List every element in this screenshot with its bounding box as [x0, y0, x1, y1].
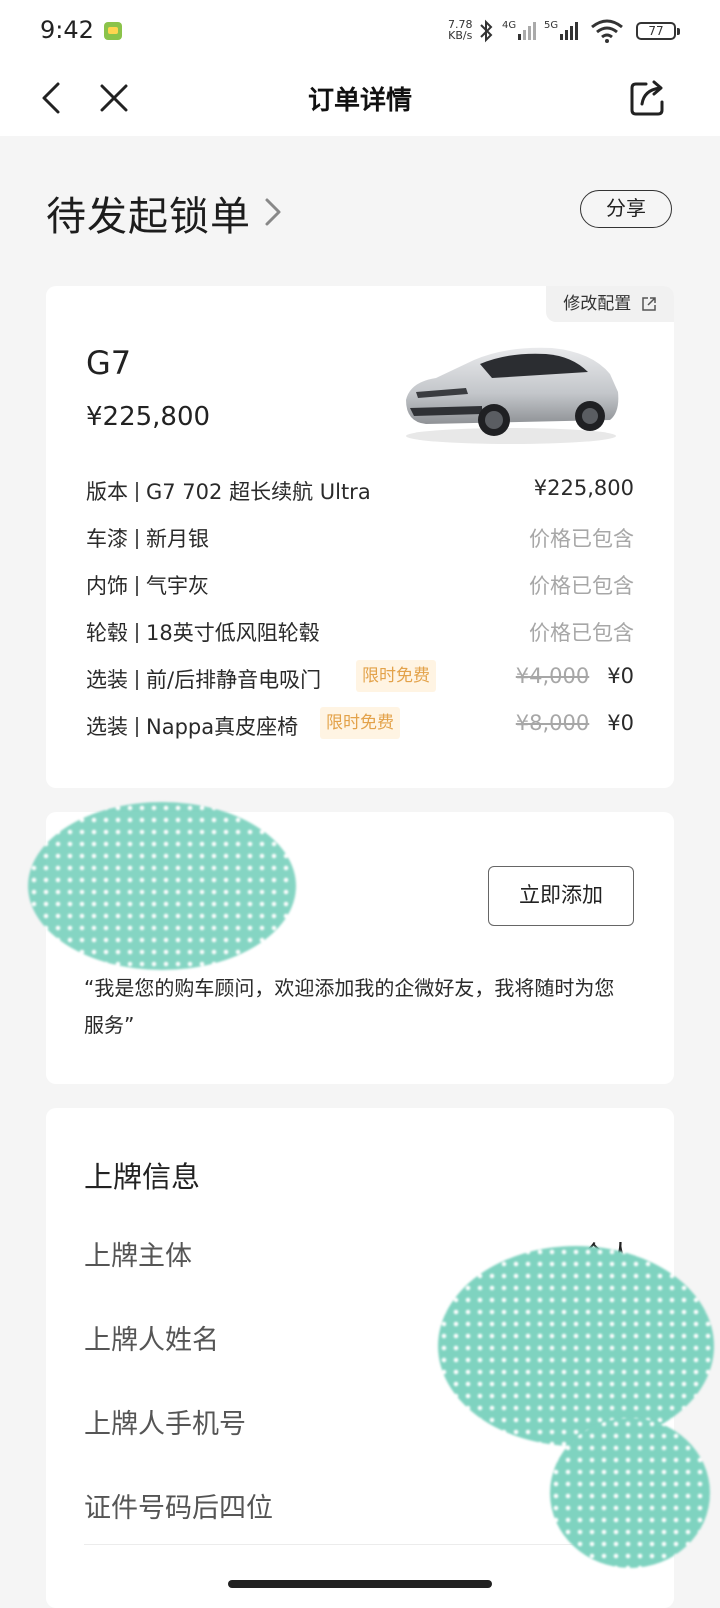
- car-model-name: G7: [86, 344, 132, 382]
- page-title: 订单详情: [307, 86, 412, 116]
- advisor-message: “我是您的购车顾问，欢迎添加我的企微好友，我将随时为您服务”: [84, 976, 615, 1037]
- share-external-icon: [630, 80, 664, 116]
- share-button[interactable]: 分享: [580, 190, 672, 228]
- nav-bar: 订单详情: [0, 62, 720, 136]
- chevron-right-icon[interactable]: [262, 196, 284, 228]
- spec-price: 价格已包含: [529, 570, 634, 600]
- spec-price: 价格已包含: [529, 523, 634, 553]
- spec-price: 价格已包含: [529, 617, 634, 647]
- spec-type: 选装: [86, 715, 128, 739]
- spec-price: ¥8,000 ¥0: [516, 711, 634, 735]
- network-speed-unit: KB/s: [448, 29, 473, 42]
- registration-title: 上牌信息: [84, 1160, 201, 1194]
- spec-price-value: ¥0: [607, 664, 634, 688]
- registration-card: 上牌信息 上牌主体个人上牌人姓名上牌人手机号证件号码后四位: [46, 1108, 714, 1608]
- registration-label: 证件号码后四位: [84, 1493, 273, 1524]
- spec-label: 轮毂 18英寸低风阻轮毂: [86, 617, 320, 647]
- spec-type: 版本: [86, 480, 128, 504]
- spec-label: 选装 前/后排静音电吸门: [86, 664, 321, 694]
- spec-name: 前/后排静音电吸门: [146, 668, 322, 692]
- spec-price-value: 价格已包含: [529, 527, 634, 551]
- spec-name: G7 702 超长续航 Ultra: [146, 480, 371, 504]
- spec-price: ¥225,800: [534, 476, 634, 500]
- external-link-icon: [641, 297, 656, 311]
- original-price: ¥8,000: [515, 711, 590, 735]
- registration-label: 上牌主体: [84, 1241, 192, 1272]
- spec-separator: [136, 670, 138, 690]
- spec-label: 版本 G7 702 超长续航 Ultra: [86, 476, 371, 506]
- home-indicator[interactable]: [228, 1580, 492, 1588]
- redaction-overlay: [438, 1246, 714, 1446]
- spec-row: 车漆 新月银 价格已包含: [86, 519, 634, 553]
- spec-label: 车漆 新月银: [86, 523, 209, 553]
- spec-name: Nappa真皮座椅: [146, 715, 299, 739]
- spec-price-value: 价格已包含: [529, 574, 634, 598]
- bluetooth-icon: [480, 19, 493, 43]
- order-status-title[interactable]: 待发起锁单: [46, 184, 251, 242]
- divider: [84, 1544, 634, 1545]
- registration-label: 上牌人手机号: [84, 1409, 246, 1440]
- spec-price-value: ¥0: [607, 711, 634, 735]
- signal-5g-icon: 5G: [544, 20, 578, 40]
- advisor-card: 立即添加 “我是您的购车顾问，欢迎添加我的企微好友，我将随时为您服务”: [28, 802, 674, 1084]
- add-advisor-button[interactable]: 立即添加: [488, 866, 634, 926]
- spec-label: 内饰 气宇灰: [86, 570, 209, 600]
- spec-row: 版本 G7 702 超长续航 Ultra ¥225,800: [86, 472, 634, 506]
- spec-separator: [136, 576, 138, 596]
- registration-label: 上牌人姓名: [84, 1325, 219, 1356]
- signal-5g-label: 5G: [544, 20, 558, 31]
- signal-4g-icon: 4G: [502, 20, 536, 40]
- modify-config-button[interactable]: 修改配置: [546, 286, 674, 322]
- spec-separator: [136, 482, 138, 502]
- spec-separator: [136, 529, 138, 549]
- network-speed: 7.78 KB/s: [448, 19, 473, 41]
- limited-free-badge: 限时免费: [356, 660, 436, 692]
- spec-row: 选装 前/后排静音电吸门 限时免费 ¥4,000 ¥0: [86, 660, 634, 694]
- modify-config-label: 修改配置: [563, 294, 632, 314]
- redaction-overlay: [550, 1418, 710, 1568]
- spec-type: 选装: [86, 668, 128, 692]
- car-image: [406, 347, 619, 444]
- config-card: 修改配置 G7 ¥225,800 版本 G7 702 超长续航 Ultra ¥225…: [46, 286, 674, 788]
- car-total-price: ¥225,800: [86, 402, 211, 432]
- spec-name: 18英寸低风阻轮毂: [146, 621, 320, 645]
- spec-name: 气宇灰: [146, 574, 209, 598]
- spec-price-value: 价格已包含: [529, 621, 634, 645]
- limited-free-badge: 限时免费: [320, 707, 400, 739]
- spec-price-value: ¥225,800: [533, 476, 634, 500]
- spec-separator: [136, 623, 138, 643]
- spec-name: 新月银: [146, 527, 209, 551]
- share-export-button[interactable]: [628, 78, 668, 118]
- spec-row: 轮毂 18英寸低风阻轮毂 价格已包含: [86, 613, 634, 647]
- spec-row: 选装 Nappa真皮座椅 限时免费 ¥8,000 ¥0: [86, 707, 634, 741]
- signal-4g-label: 4G: [502, 20, 516, 31]
- spec-row: 内饰 气宇灰 价格已包含: [86, 566, 634, 600]
- spec-label: 选装 Nappa真皮座椅: [86, 711, 298, 741]
- wifi-icon: [591, 19, 623, 43]
- spec-type: 车漆: [86, 527, 128, 551]
- spec-type: 轮毂: [86, 621, 128, 645]
- notification-app-icon: [104, 22, 122, 40]
- spec-separator: [136, 717, 138, 737]
- battery-indicator: 77: [636, 22, 680, 40]
- spec-price: ¥4,000 ¥0: [516, 664, 634, 688]
- redaction-overlay: [28, 802, 296, 970]
- status-bar: 9:42 7.78 KB/s 4G 5G 77: [0, 0, 720, 62]
- status-time: 9:42: [40, 16, 94, 44]
- spec-type: 内饰: [86, 574, 128, 598]
- original-price: ¥4,000: [515, 664, 590, 688]
